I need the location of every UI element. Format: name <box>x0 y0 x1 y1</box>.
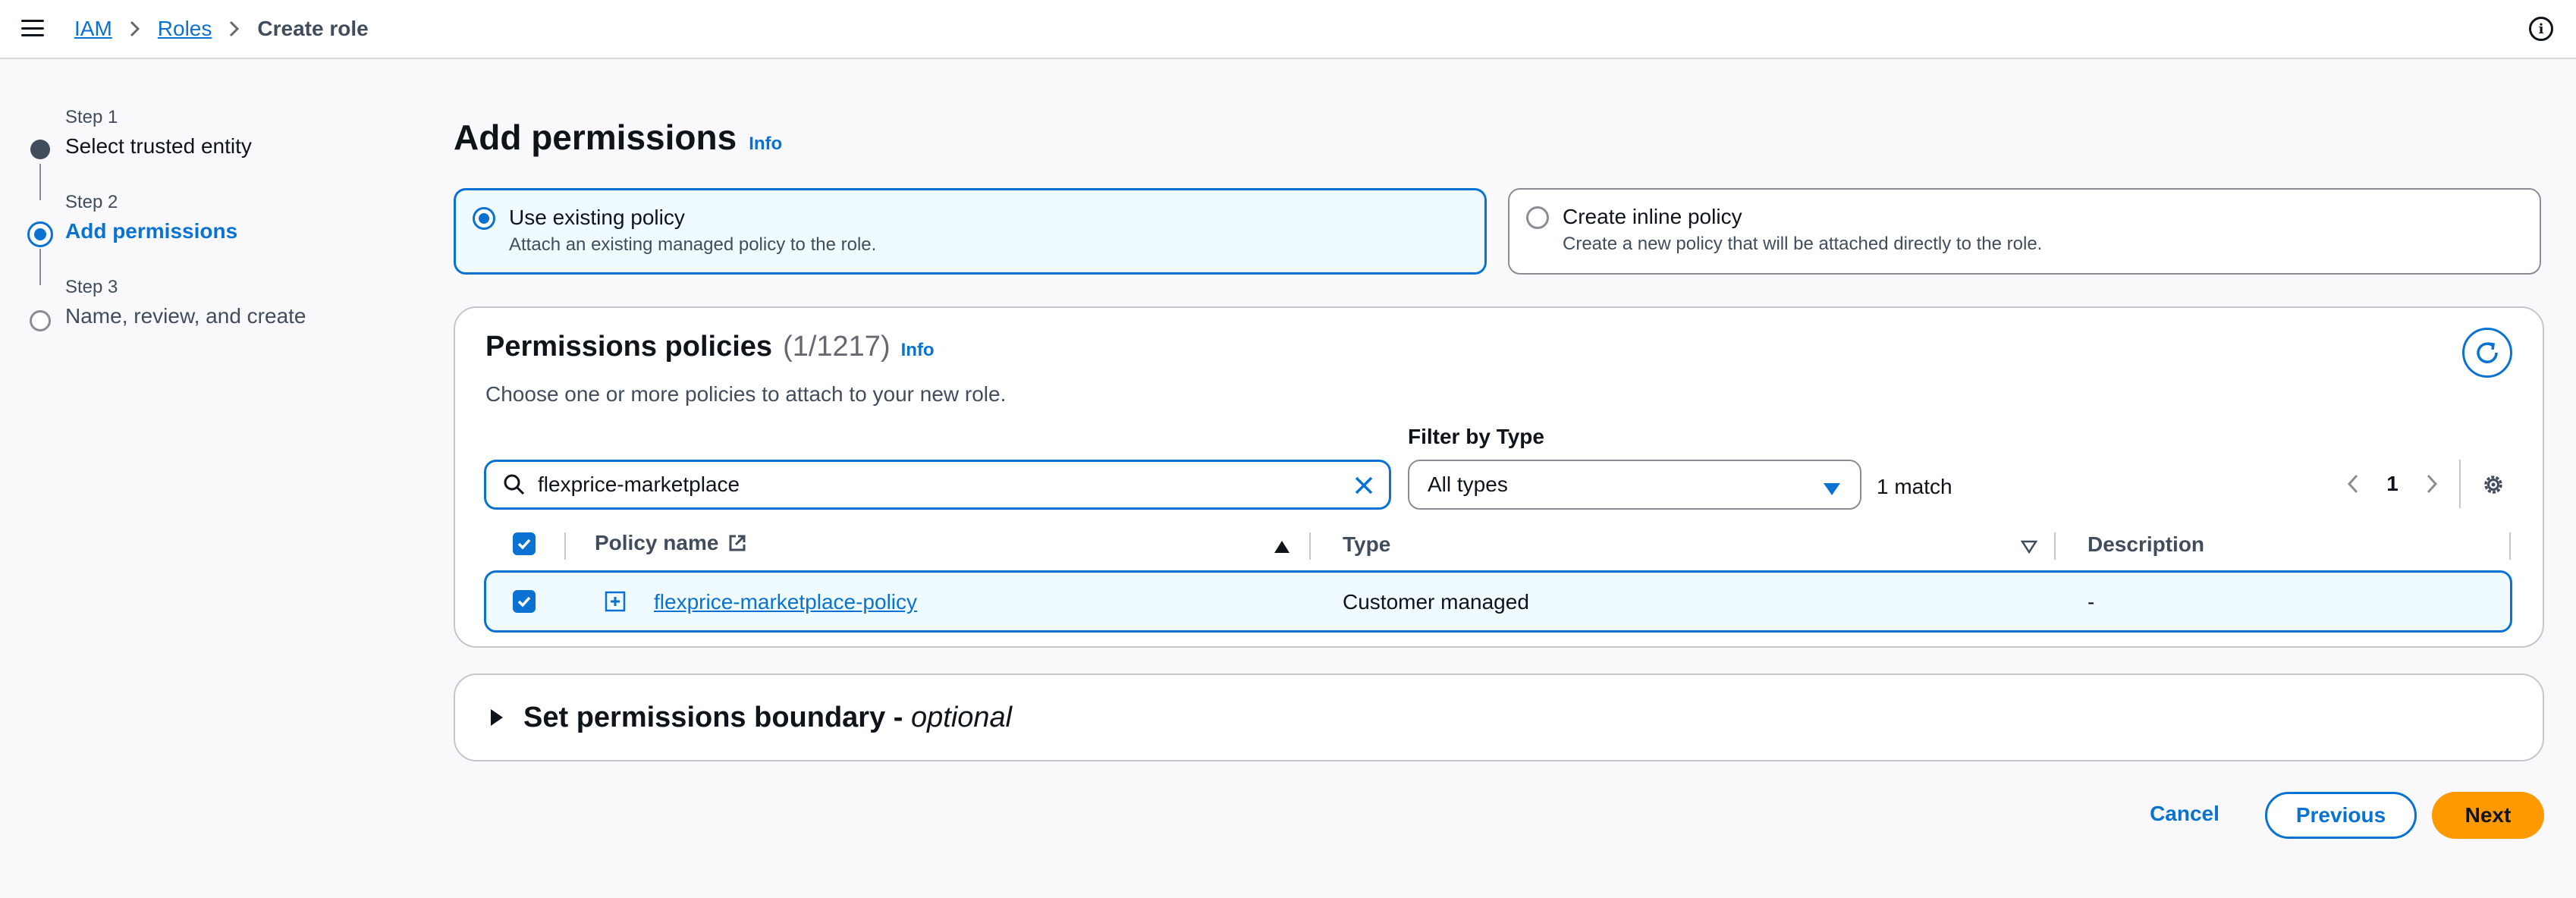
boundary-title-text: Set permissions boundary - <box>523 701 911 733</box>
step-3: Step 3 Name, review, and create <box>23 275 402 360</box>
chevron-right-icon <box>112 20 158 38</box>
page-title: Add permissions Info <box>454 117 782 158</box>
permissions-boundary-expander[interactable]: Set permissions boundary - optional <box>454 674 2544 761</box>
sort-descending-icon[interactable] <box>2020 535 2038 560</box>
previous-page-icon[interactable] <box>2333 464 2373 504</box>
sort-ascending-icon[interactable] <box>1273 535 1291 560</box>
policy-name-link[interactable]: flexprice-marketplace-policy <box>654 590 917 614</box>
boundary-title: Set permissions boundary - optional <box>523 702 1012 734</box>
tile-description: Create a new policy that will be attache… <box>1563 234 2043 254</box>
menu-icon[interactable] <box>21 17 44 39</box>
next-page-icon[interactable] <box>2412 464 2452 504</box>
create-inline-policy-tile[interactable]: Create inline policy Create a new policy… <box>1508 188 2541 275</box>
step-title: Select trusted entity <box>65 134 252 158</box>
next-button[interactable]: Next <box>2432 792 2544 839</box>
page-number[interactable]: 1 <box>2373 472 2412 496</box>
search-box[interactable] <box>484 460 1391 510</box>
panel-title: Permissions policies (1/1217) Info <box>485 331 935 363</box>
filter-type-select[interactable]: All types <box>1408 460 1861 510</box>
filter-by-type-label: Filter by Type <box>1408 425 1544 448</box>
step-number: Step 3 <box>65 277 118 297</box>
policy-type: Customer managed <box>1343 590 1529 614</box>
wizard-steps: Step 1 Select trusted entity Step 2 Add … <box>23 105 402 360</box>
preferences-gear-icon[interactable] <box>2476 467 2511 502</box>
page-title-text: Add permissions <box>454 118 737 157</box>
table-header: Policy name Type Description <box>484 522 2512 567</box>
page-body: Step 1 Select trusted entity Step 2 Add … <box>0 59 2576 898</box>
step-1[interactable]: Step 1 Select trusted entity <box>23 105 402 190</box>
divider <box>2459 460 2461 508</box>
use-existing-policy-tile[interactable]: Use existing policy Attach an existing m… <box>454 188 1487 275</box>
step-title: Name, review, and create <box>65 304 306 328</box>
step-active-icon <box>27 221 53 247</box>
clear-search-icon[interactable] <box>1351 473 1377 502</box>
tile-title: Use existing policy <box>509 206 685 229</box>
column-policy-name[interactable]: Policy name <box>595 531 747 555</box>
cancel-button[interactable]: Cancel <box>2128 790 2241 837</box>
external-link-icon <box>729 535 746 551</box>
match-count: 1 match <box>1877 475 1952 498</box>
search-icon <box>504 474 525 495</box>
tile-title: Create inline policy <box>1563 205 1742 228</box>
step-number: Step 1 <box>65 107 118 127</box>
info-link[interactable]: Info <box>749 133 782 155</box>
info-link[interactable]: Info <box>901 340 935 361</box>
filter-type-value: All types <box>1428 473 1508 496</box>
previous-button[interactable]: Previous <box>2265 792 2417 839</box>
column-divider <box>1309 532 1311 560</box>
caret-right-icon <box>491 709 503 726</box>
step-2[interactable]: Step 2 Add permissions <box>23 190 402 275</box>
column-divider <box>2509 532 2511 560</box>
tile-description: Attach an existing managed policy to the… <box>509 234 877 255</box>
top-navigation-bar: IAM Roles Create role i <box>0 0 2576 59</box>
breadcrumb-current: Create role <box>257 17 369 40</box>
pagination: 1 <box>2333 464 2452 504</box>
boundary-optional: optional <box>911 701 1013 733</box>
step-done-icon <box>30 140 50 159</box>
column-label: Policy name <box>595 531 719 554</box>
chevron-right-icon <box>212 20 257 38</box>
refresh-icon <box>2477 342 2498 363</box>
step-title: Add permissions <box>65 219 238 243</box>
column-description[interactable]: Description <box>2088 532 2204 557</box>
caret-down-icon <box>1822 478 1842 502</box>
column-divider <box>2054 532 2056 560</box>
row-checkbox[interactable] <box>513 590 536 613</box>
breadcrumb-iam-link[interactable]: IAM <box>74 17 112 41</box>
policy-description: - <box>2088 590 2095 614</box>
expand-plus-icon[interactable] <box>604 590 627 618</box>
column-divider <box>564 532 566 560</box>
breadcrumb: IAM Roles Create role <box>74 14 369 44</box>
column-type[interactable]: Type <box>1343 532 1390 557</box>
panel-title-text: Permissions policies <box>485 331 773 363</box>
step-number: Step 2 <box>65 192 118 212</box>
panel-description: Choose one or more policies to attach to… <box>485 382 1007 406</box>
breadcrumb-roles-link[interactable]: Roles <box>158 17 212 41</box>
search-input[interactable] <box>538 473 1296 497</box>
radio-selected-icon[interactable] <box>473 207 495 230</box>
permissions-policies-panel: Permissions policies (1/1217) Info Choos… <box>454 306 2544 648</box>
select-all-checkbox[interactable] <box>513 532 536 555</box>
table-row[interactable]: flexprice-marketplace-policy Customer ma… <box>484 570 2512 633</box>
policy-count: (1/1217) <box>783 331 891 363</box>
radio-unselected-icon[interactable] <box>1526 206 1549 229</box>
step-pending-icon <box>30 310 51 331</box>
refresh-button[interactable] <box>2462 328 2512 378</box>
info-icon[interactable]: i <box>2529 17 2553 41</box>
